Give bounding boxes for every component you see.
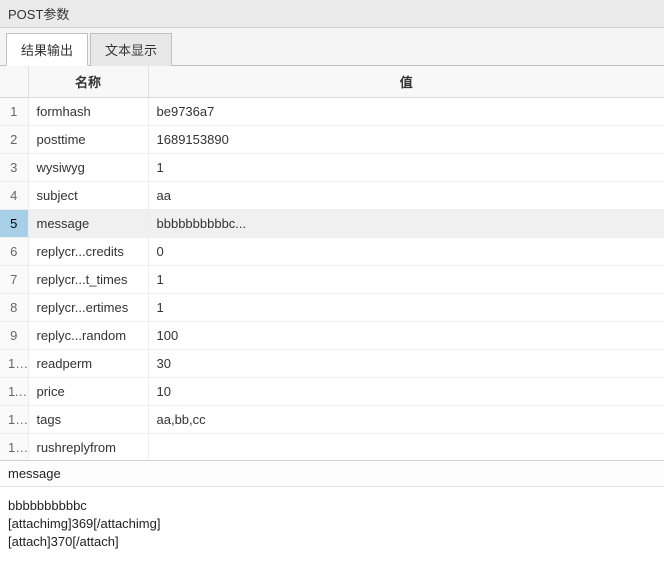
params-table-scroll[interactable]: 名称 值 1formhashbe9736a72posttime168915389… — [0, 66, 664, 461]
row-index: 4 — [0, 182, 28, 210]
row-index: 7 — [0, 266, 28, 294]
table-row[interactable]: 5messagebbbbbbbbbbc... — [0, 210, 664, 238]
row-index: 9 — [0, 322, 28, 350]
row-index: 2 — [0, 126, 28, 154]
row-index: 11 — [0, 378, 28, 406]
col-header-index — [0, 66, 28, 98]
row-value: 1 — [148, 294, 664, 322]
table-row[interactable]: 7replycr...t_times1 — [0, 266, 664, 294]
table-row[interactable]: 6replycr...credits0 — [0, 238, 664, 266]
table-row[interactable]: 13rushreplyfrom — [0, 434, 664, 462]
row-value: aa — [148, 182, 664, 210]
row-index: 10 — [0, 350, 28, 378]
table-row[interactable]: 3wysiwyg1 — [0, 154, 664, 182]
row-name: message — [28, 210, 148, 238]
row-index: 3 — [0, 154, 28, 182]
detail-field-value: bbbbbbbbbbc [attachimg]369[/attachimg] [… — [0, 487, 664, 562]
table-row[interactable]: 1formhashbe9736a7 — [0, 98, 664, 126]
row-index: 13 — [0, 434, 28, 462]
row-value: 10 — [148, 378, 664, 406]
row-value: 30 — [148, 350, 664, 378]
row-name: tags — [28, 406, 148, 434]
row-name: rushreplyfrom — [28, 434, 148, 462]
tab-results[interactable]: 结果输出 — [6, 33, 88, 66]
row-value: 0 — [148, 238, 664, 266]
row-value: 100 — [148, 322, 664, 350]
row-name: posttime — [28, 126, 148, 154]
row-value: aa,bb,cc — [148, 406, 664, 434]
row-index: 5 — [0, 210, 28, 238]
table-row[interactable]: 8replycr...ertimes1 — [0, 294, 664, 322]
row-name: replycr...credits — [28, 238, 148, 266]
table-row[interactable]: 2posttime1689153890 — [0, 126, 664, 154]
row-name: formhash — [28, 98, 148, 126]
row-value: 1 — [148, 154, 664, 182]
tab-bar: 结果输出 文本显示 — [0, 28, 664, 66]
row-name: wysiwyg — [28, 154, 148, 182]
row-name: readperm — [28, 350, 148, 378]
detail-field-name: message — [0, 461, 664, 487]
params-table: 名称 值 1formhashbe9736a72posttime168915389… — [0, 66, 664, 461]
row-value: be9736a7 — [148, 98, 664, 126]
table-row[interactable]: 9replyc...random100 — [0, 322, 664, 350]
row-name: replycr...ertimes — [28, 294, 148, 322]
row-name: price — [28, 378, 148, 406]
table-row[interactable]: 4subjectaa — [0, 182, 664, 210]
row-index: 1 — [0, 98, 28, 126]
col-header-name: 名称 — [28, 66, 148, 98]
tab-text[interactable]: 文本显示 — [90, 33, 172, 66]
row-index: 12 — [0, 406, 28, 434]
row-index: 6 — [0, 238, 28, 266]
row-name: replyc...random — [28, 322, 148, 350]
col-header-value: 值 — [148, 66, 664, 98]
table-row[interactable]: 11price10 — [0, 378, 664, 406]
panel-title: POST参数 — [0, 0, 664, 28]
row-value — [148, 434, 664, 462]
row-value: 1689153890 — [148, 126, 664, 154]
row-value: bbbbbbbbbbc... — [148, 210, 664, 238]
row-index: 8 — [0, 294, 28, 322]
row-name: subject — [28, 182, 148, 210]
row-name: replycr...t_times — [28, 266, 148, 294]
table-row[interactable]: 12tagsaa,bb,cc — [0, 406, 664, 434]
table-row[interactable]: 10readperm30 — [0, 350, 664, 378]
row-value: 1 — [148, 266, 664, 294]
